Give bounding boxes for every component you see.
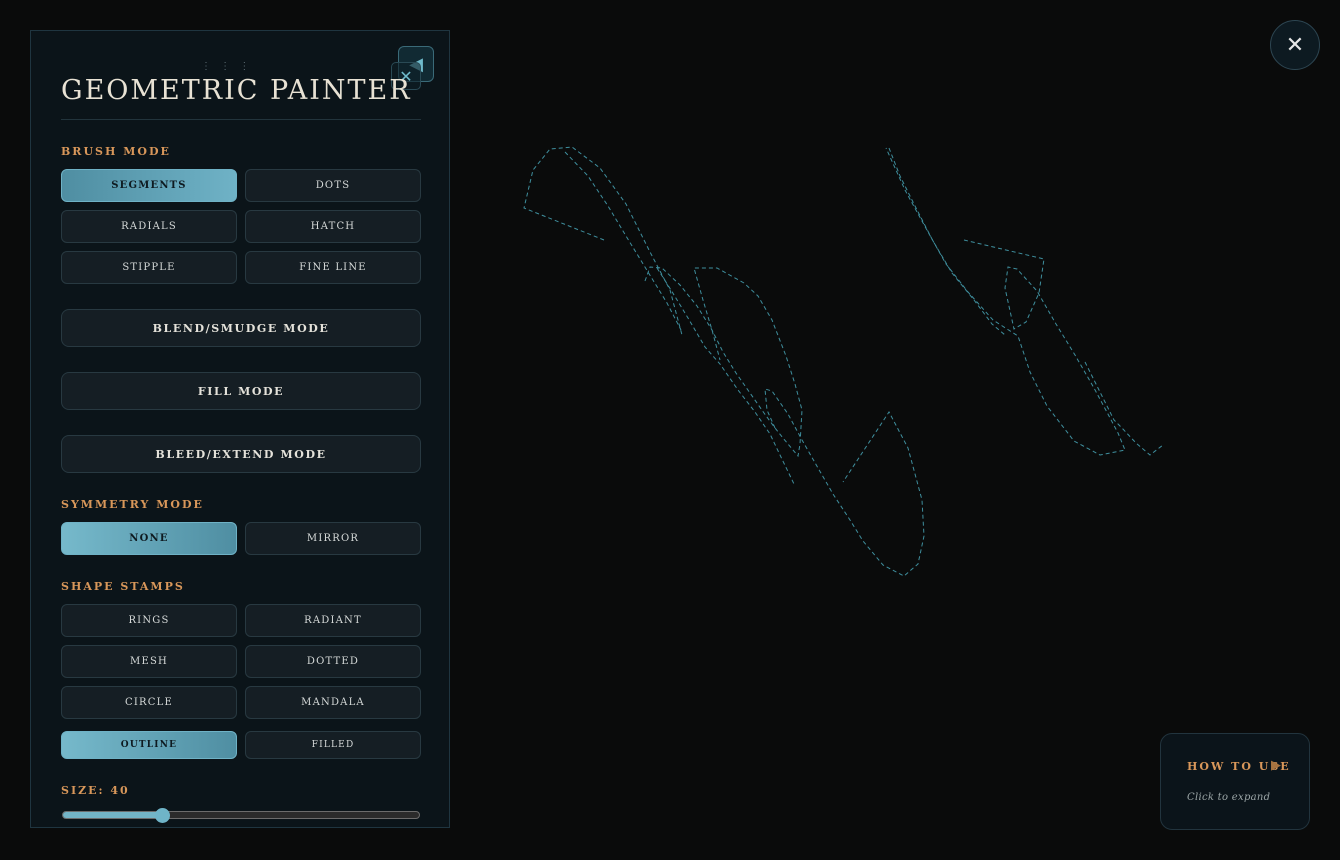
brush-mode-label: BRUSH MODE — [61, 145, 171, 158]
brush-segments-button[interactable]: SEGMENTS — [61, 169, 237, 202]
stamp-dotted-button[interactable]: DOTTED — [245, 645, 421, 678]
how-to-use-subtitle: Click to expand — [1187, 792, 1271, 803]
brush-stroke — [1084, 361, 1164, 456]
control-panel: ⋮ ⋮ ⋮ ◀ ✕ GEOMETRIC PAINTER BRUSH MODE S… — [30, 30, 450, 828]
brush-radials-button[interactable]: RADIALS — [61, 210, 237, 243]
close-icon: ✕ — [1285, 32, 1305, 58]
stamp-filled-button[interactable]: FILLED — [245, 731, 421, 759]
expand-arrow-icon: ▶ — [1271, 758, 1281, 773]
brush-stroke — [564, 151, 682, 331]
stamp-mesh-button[interactable]: MESH — [61, 645, 237, 678]
brush-stroke — [656, 267, 795, 485]
brush-stroke — [885, 147, 1126, 456]
brush-dots-button[interactable]: DOTS — [245, 169, 421, 202]
symmetry-none-button[interactable]: NONE — [61, 522, 237, 555]
bleed-extend-mode-button[interactable]: BLEED/EXTEND MODE — [61, 435, 421, 473]
blend-smudge-mode-button[interactable]: BLEND/SMUDGE MODE — [61, 309, 421, 347]
brush-stroke — [644, 266, 803, 458]
brush-stroke — [888, 147, 1006, 336]
brush-stroke — [764, 388, 925, 577]
brush-stroke — [523, 146, 683, 336]
stamp-circle-button[interactable]: CIRCLE — [61, 686, 237, 719]
stamp-outline-button[interactable]: OUTLINE — [61, 731, 237, 759]
stamp-mandala-button[interactable]: MANDALA — [245, 686, 421, 719]
stamp-radiant-button[interactable]: RADIANT — [245, 604, 421, 637]
drag-handle-icon[interactable]: ⋮ ⋮ ⋮ — [201, 61, 252, 72]
stamp-rings-button[interactable]: RINGS — [61, 604, 237, 637]
brush-fine-line-button[interactable]: FINE LINE — [245, 251, 421, 284]
title-divider — [61, 119, 421, 120]
symmetry-mode-label: SYMMETRY MODE — [61, 498, 204, 511]
fill-mode-button[interactable]: FILL MODE — [61, 372, 421, 410]
size-slider-thumb[interactable] — [155, 808, 171, 823]
close-button[interactable]: ✕ — [1270, 20, 1320, 70]
shape-stamps-label: SHAPE STAMPS — [61, 580, 185, 593]
brush-stipple-button[interactable]: STIPPLE — [61, 251, 237, 284]
brush-hatch-button[interactable]: HATCH — [245, 210, 421, 243]
panel-title: GEOMETRIC PAINTER — [61, 75, 412, 106]
size-label: SIZE: 40 — [61, 784, 130, 797]
size-slider-fill — [63, 812, 163, 818]
symmetry-mirror-button[interactable]: MIRROR — [245, 522, 421, 555]
size-slider-track[interactable] — [62, 811, 420, 819]
how-to-use-card[interactable]: HOW TO USE ▶ Click to expand — [1160, 733, 1310, 830]
